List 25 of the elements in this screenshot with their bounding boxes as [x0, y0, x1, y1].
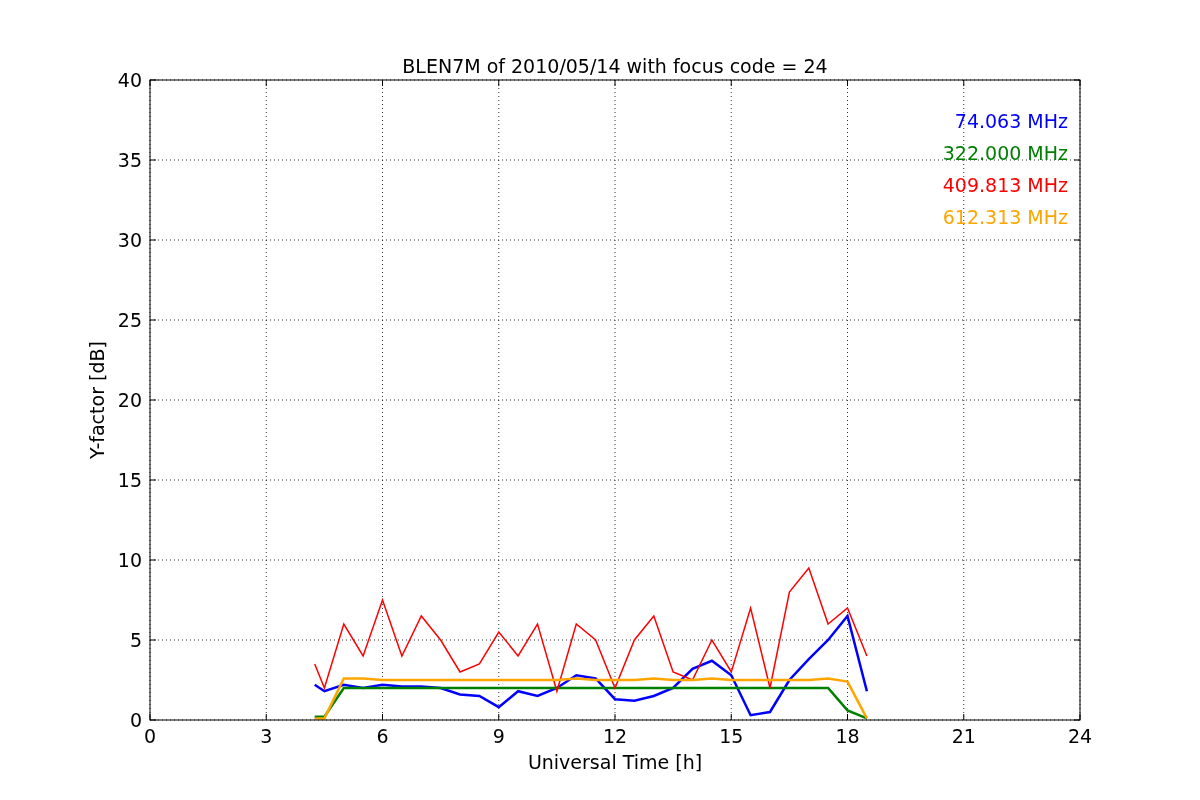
legend-label: 322.000 MHz [942, 142, 1068, 164]
tick-label: 24 [1067, 725, 1093, 747]
tick-label: 3 [260, 725, 273, 747]
tick-label: 15 [719, 725, 744, 747]
legend-label: 74.063 MHz [954, 110, 1068, 132]
tick-label: 30 [117, 229, 142, 251]
axis-label: Y-factor [dB] [86, 341, 108, 459]
tick-label: 9 [492, 725, 505, 747]
tick-label: 12 [602, 725, 628, 747]
tick-label: 6 [376, 725, 389, 747]
chart-title: BLEN7M of 2010/05/14 with focus code = 24 [402, 55, 828, 77]
tick-label: 25 [117, 309, 142, 331]
tick-label: 10 [117, 549, 142, 571]
tick-label: 40 [117, 69, 142, 91]
tick-label: 20 [117, 389, 142, 411]
tick-label: 0 [143, 725, 157, 747]
tick-label: 18 [835, 725, 860, 747]
tick-label: 35 [117, 149, 142, 171]
tick-label: 5 [129, 629, 142, 651]
legend-label: 612.313 MHz [942, 206, 1068, 228]
tick-label: 15 [117, 469, 142, 491]
legend-label: 409.813 MHz [942, 174, 1068, 196]
tick-label: 21 [951, 725, 976, 747]
axis-label: Universal Time [h] [527, 751, 703, 773]
tick-label: 0 [129, 709, 142, 731]
